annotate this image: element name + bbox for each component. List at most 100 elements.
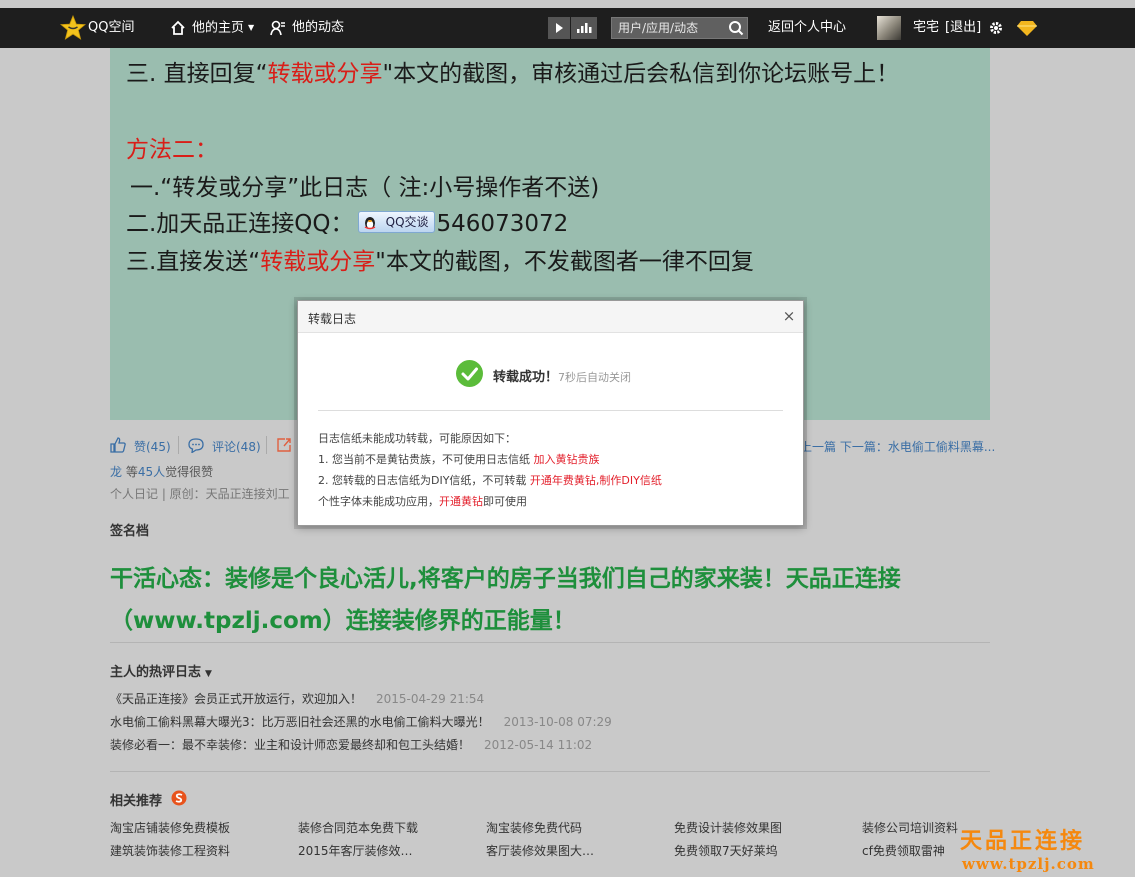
likes-tail-text: 觉得很赞 — [165, 465, 214, 479]
likes-line: 龙 等45人觉得很赞 — [110, 463, 213, 480]
play-icon — [556, 23, 563, 33]
related-link[interactable]: 客厅装修效果图大… — [486, 842, 594, 859]
his-homepage-label: 他的主页 — [192, 20, 245, 36]
related-link[interactable]: 免费设计装修效果图 — [674, 819, 782, 836]
qzone-logo-text[interactable]: QQ空间 — [88, 8, 134, 48]
divider — [318, 410, 783, 411]
prev-next-links[interactable]: 上一篇 下一篇：水电偷工偷料黑幕... — [800, 438, 995, 455]
success-message: 转载成功！7秒后自动关闭 — [493, 366, 631, 385]
divider — [110, 771, 990, 772]
avatar[interactable] — [877, 16, 901, 40]
his-feed-link[interactable]: 他的动态 — [292, 8, 344, 48]
related-link[interactable]: 免费领取7天好莱坞 — [674, 842, 778, 859]
thumbs-up-icon — [110, 437, 126, 453]
hot-posts-title: 主人的热评日志 — [110, 665, 202, 680]
gear-icon[interactable] — [988, 20, 1004, 36]
sogou-icon — [171, 790, 187, 806]
related-link[interactable]: 淘宝装修免费代码 — [486, 819, 582, 836]
article-line-3-a: 二.加天品正连接QQ： — [126, 211, 354, 237]
comment-button[interactable]: 评论(48) — [188, 436, 261, 456]
hot-post-date: 2012-05-14 11:02 — [484, 738, 593, 752]
comment-label: 评论(48) — [212, 440, 261, 454]
reason-1-text: 1. 您当前不是黄钻贵族，不可使用日志信纸 — [318, 453, 534, 466]
list-item: 水电偷工偷料黑幕大曝光3：比万恶旧社会还黑的水电偷工偷料大曝光！ 2013-10-… — [110, 713, 612, 730]
related-link[interactable]: 装修合同范本免费下载 — [298, 819, 418, 836]
divider — [178, 436, 179, 454]
reason-1: 1. 您当前不是黄钻贵族，不可使用日志信纸 加入黄钻贵族 — [318, 451, 600, 467]
related-heading: 相关推荐 — [110, 794, 163, 809]
article-line-4: 三.直接发送“转载或分享"本文的截图，不发截图者一律不回复 — [126, 242, 754, 276]
search-input[interactable] — [618, 19, 726, 37]
article-line-4-c: "本文的截图，不发截图者一律不回复 — [375, 249, 754, 275]
related-link[interactable]: 淘宝店铺装修免费模板 — [110, 819, 230, 836]
article-line-2: 一.“转发或分享”此日志（ 注:小号操作者不送) — [130, 175, 600, 201]
signature-text: 干活心态：装修是个良心活儿,将客户的房子当我们自己的家来装！天品正连接（www.… — [110, 566, 901, 634]
like-label: 赞(45) — [134, 440, 171, 454]
check-circle-icon — [456, 360, 483, 387]
feed-person-icon — [270, 20, 285, 36]
play-button[interactable] — [548, 17, 570, 39]
qq-chat-button[interactable]: QQ交谈 — [357, 211, 435, 233]
hot-post-link[interactable]: 装修必看一：最不幸装修：业主和设计师恋爱最终却和包工头结婚！ — [110, 738, 470, 752]
related-link[interactable]: 建筑装饰装修工程资料 — [110, 842, 230, 859]
likes-mid-text: 等 — [122, 465, 138, 479]
dialog-title: 转载日志 — [308, 312, 357, 326]
watermark: 天品正连接 www.tpzlj.com — [960, 823, 1095, 873]
top-navbar: QQ空间 他的主页▼ 他的动态 返回个人中心 宅宅 [退出] — [0, 8, 1135, 48]
countdown-text: 7秒后自动关闭 — [558, 371, 632, 384]
list-item: 装修必看一：最不幸装修：业主和设计师恋爱最终却和包工头结婚！ 2012-05-14… — [110, 736, 592, 753]
dialog-header: 转载日志 × — [298, 301, 803, 333]
repost-dialog: 转载日志 × 转载成功！7秒后自动关闭 日志信纸未能成功转载，可能原因如下： 1… — [297, 300, 804, 526]
annual-yellow-diamond-link[interactable]: 开通年费黄钻,制作DIY信纸 — [530, 474, 662, 487]
chevron-down-icon: ▼ — [248, 23, 255, 32]
article-line-1-c: "本文的截图，审核通过后会私信到你论坛账号上！ — [382, 61, 900, 87]
share-button[interactable] — [276, 436, 296, 456]
related-link[interactable]: cf免费领取雷神 — [862, 842, 945, 859]
hot-post-link[interactable]: 水电偷工偷料黑幕大曝光3：比万恶旧社会还黑的水电偷工偷料大曝光！ — [110, 715, 490, 729]
article-line-4-a: 三.直接发送“ — [126, 249, 261, 275]
reason-2: 2. 您转载的日志信纸为DIY信纸，不可转载 开通年费黄钻,制作DIY信纸 — [318, 472, 662, 488]
his-homepage-link[interactable]: 他的主页 ▼ — [192, 8, 254, 48]
caret-down-icon: ▼ — [205, 669, 212, 679]
article-line-1: 三. 直接回复“转载或分享"本文的截图，审核通过后会私信到你论坛账号上！ — [126, 54, 899, 88]
logout-link[interactable]: [退出] — [945, 8, 981, 48]
qzone-star-icon[interactable] — [60, 15, 86, 41]
related-link[interactable]: 2015年客厅装修效… — [298, 842, 413, 859]
penguin-icon — [364, 217, 375, 230]
yellow-diamond-icon[interactable] — [1017, 21, 1037, 36]
reason-2-text: 2. 您转载的日志信纸为DIY信纸，不可转载 — [318, 474, 530, 487]
reason-3-text: 个性字体未能成功应用， — [318, 495, 439, 508]
liker-name-link[interactable]: 龙 — [110, 465, 122, 479]
hot-post-date: 2013-10-08 07:29 — [503, 715, 612, 729]
list-item: 《天品正连接》会员正式开放运行，欢迎加入！ 2015-04-29 21:54 — [110, 690, 484, 707]
qq-number: 546073072 — [436, 211, 569, 237]
article-line-4-red: 转载或分享 — [260, 249, 376, 275]
join-yellow-diamond-link[interactable]: 加入黄钻贵族 — [534, 453, 600, 466]
method-two-heading: 方法二： — [126, 137, 218, 163]
open-yellow-diamond-link[interactable]: 开通黄钻 — [439, 495, 483, 508]
back-to-center-link[interactable]: 返回个人中心 — [768, 8, 846, 48]
article-meta: 个人日记 | 原创：天品正连接刘工 — [110, 487, 290, 501]
hot-post-link[interactable]: 《天品正连接》会员正式开放运行，欢迎加入！ — [110, 692, 362, 706]
article-line-1-red: 转载或分享 — [267, 61, 383, 87]
stats-button[interactable] — [571, 17, 597, 39]
search-icon[interactable] — [728, 20, 744, 36]
reason-3: 个性字体未能成功应用，开通黄钻即可使用 — [318, 493, 527, 509]
like-button[interactable]: 赞(45) — [110, 436, 172, 456]
share-icon — [277, 438, 291, 452]
success-text: 转载成功！ — [493, 370, 559, 385]
likes-count-link[interactable]: 45人 — [138, 465, 165, 479]
signature-heading: 签名档 — [110, 524, 150, 539]
username-link[interactable]: 宅宅 — [913, 8, 939, 48]
close-icon[interactable]: × — [780, 307, 798, 325]
related-link[interactable]: 装修公司培训资料 — [862, 819, 958, 836]
watermark-name: 天品正连接 — [960, 828, 1086, 854]
qq-chat-label: QQ交谈 — [385, 215, 429, 229]
article-line-1-a: 三. 直接回复“ — [126, 61, 268, 87]
hot-posts-heading[interactable]: 主人的热评日志 ▼ — [110, 661, 212, 680]
comment-icon — [188, 438, 204, 453]
hot-post-date: 2015-04-29 21:54 — [376, 692, 485, 706]
home-icon — [171, 20, 185, 35]
divider — [266, 436, 267, 454]
reason-heading: 日志信纸未能成功转载，可能原因如下： — [318, 432, 516, 445]
